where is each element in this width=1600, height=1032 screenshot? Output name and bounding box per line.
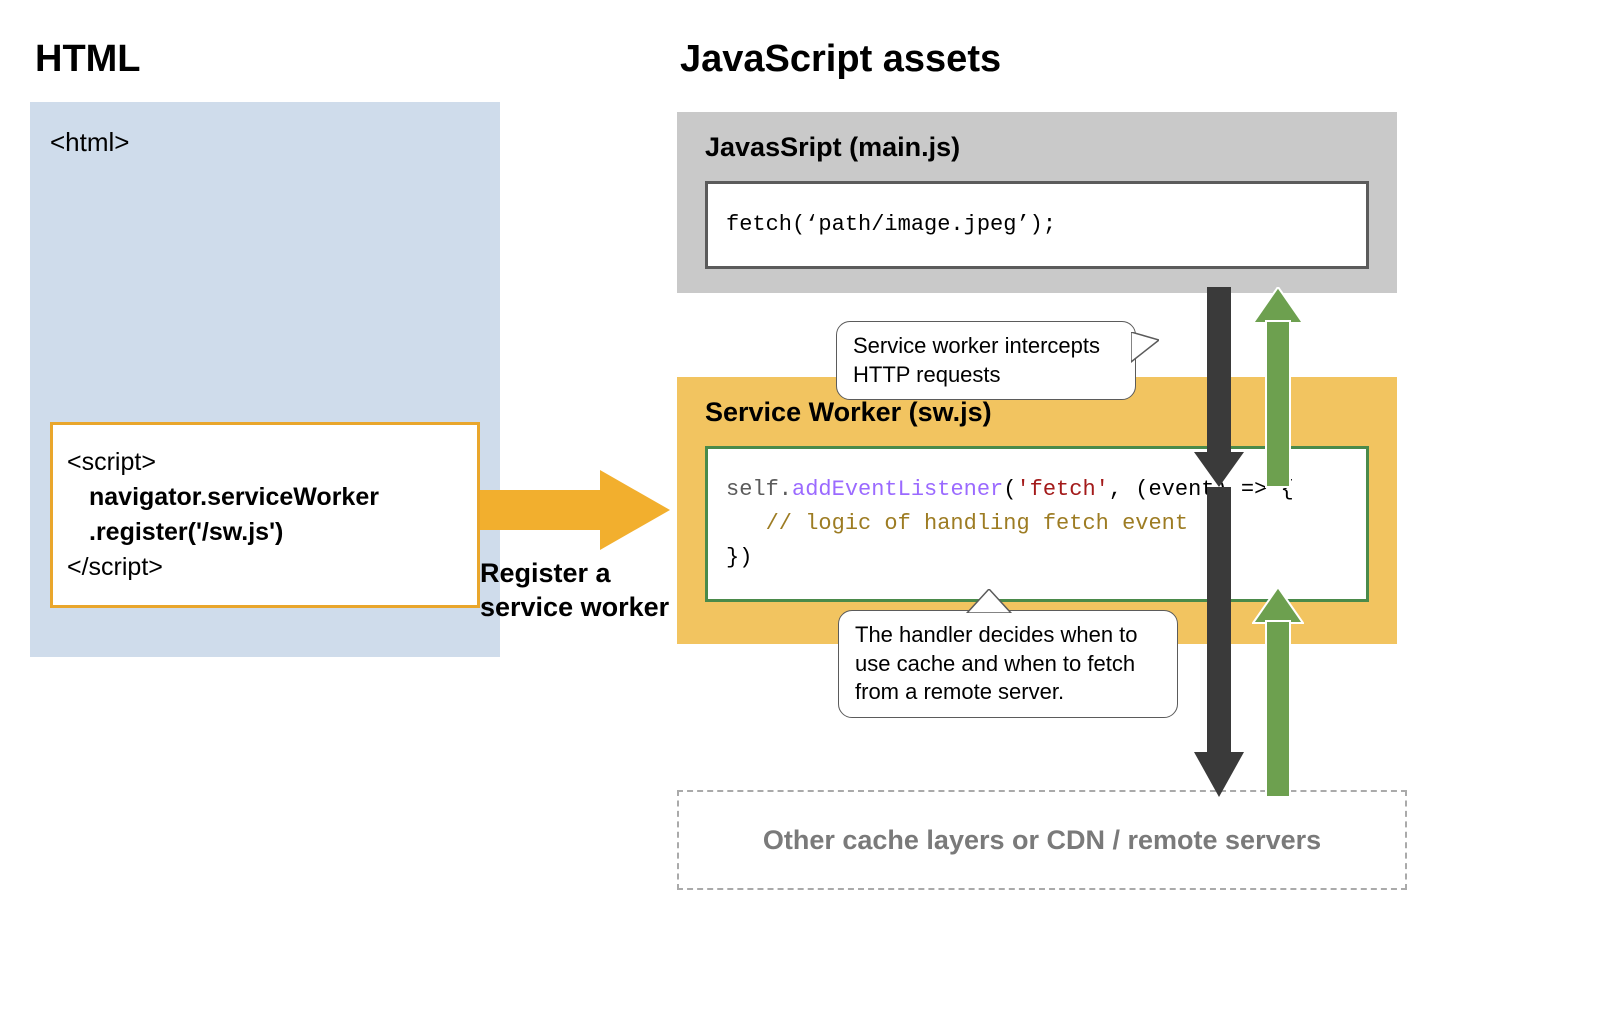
script-line-2: .register('/sw.js') (67, 515, 463, 550)
js-section-title: JavaScript assets (680, 38, 1001, 81)
request-down-arrow-icon (1194, 287, 1244, 797)
register-arrow-icon (480, 470, 670, 550)
diagram-canvas: HTML JavaScript assets <html> <script> n… (0, 0, 1600, 1032)
handler-callout: The handler decides when to use cache an… (838, 610, 1178, 718)
script-line-1: navigator.serviceWorker (67, 480, 463, 515)
script-open: <script> (67, 445, 463, 480)
html-open-tag: <html> (50, 127, 480, 158)
fetch-code: fetch(‘path/image.jpeg’); (705, 181, 1369, 269)
javascript-box: JavasSript (main.js) fetch(‘path/image.j… (677, 112, 1397, 293)
html-section-title: HTML (35, 38, 141, 81)
remote-servers-box: Other cache layers or CDN / remote serve… (677, 790, 1407, 890)
register-label: Register a service worker (480, 557, 669, 625)
remote-servers-label: Other cache layers or CDN / remote serve… (763, 825, 1321, 856)
callout-tail-icon (959, 589, 1019, 613)
script-close: </script> (67, 550, 463, 585)
intercept-callout: Service worker intercepts HTTP requests (836, 321, 1136, 400)
response-up-arrow-icon (1252, 287, 1304, 797)
script-box: <script> navigator.serviceWorker .regist… (50, 422, 480, 608)
callout-tail-icon (1131, 332, 1159, 368)
javascript-box-title: JavasSript (main.js) (705, 132, 1369, 163)
